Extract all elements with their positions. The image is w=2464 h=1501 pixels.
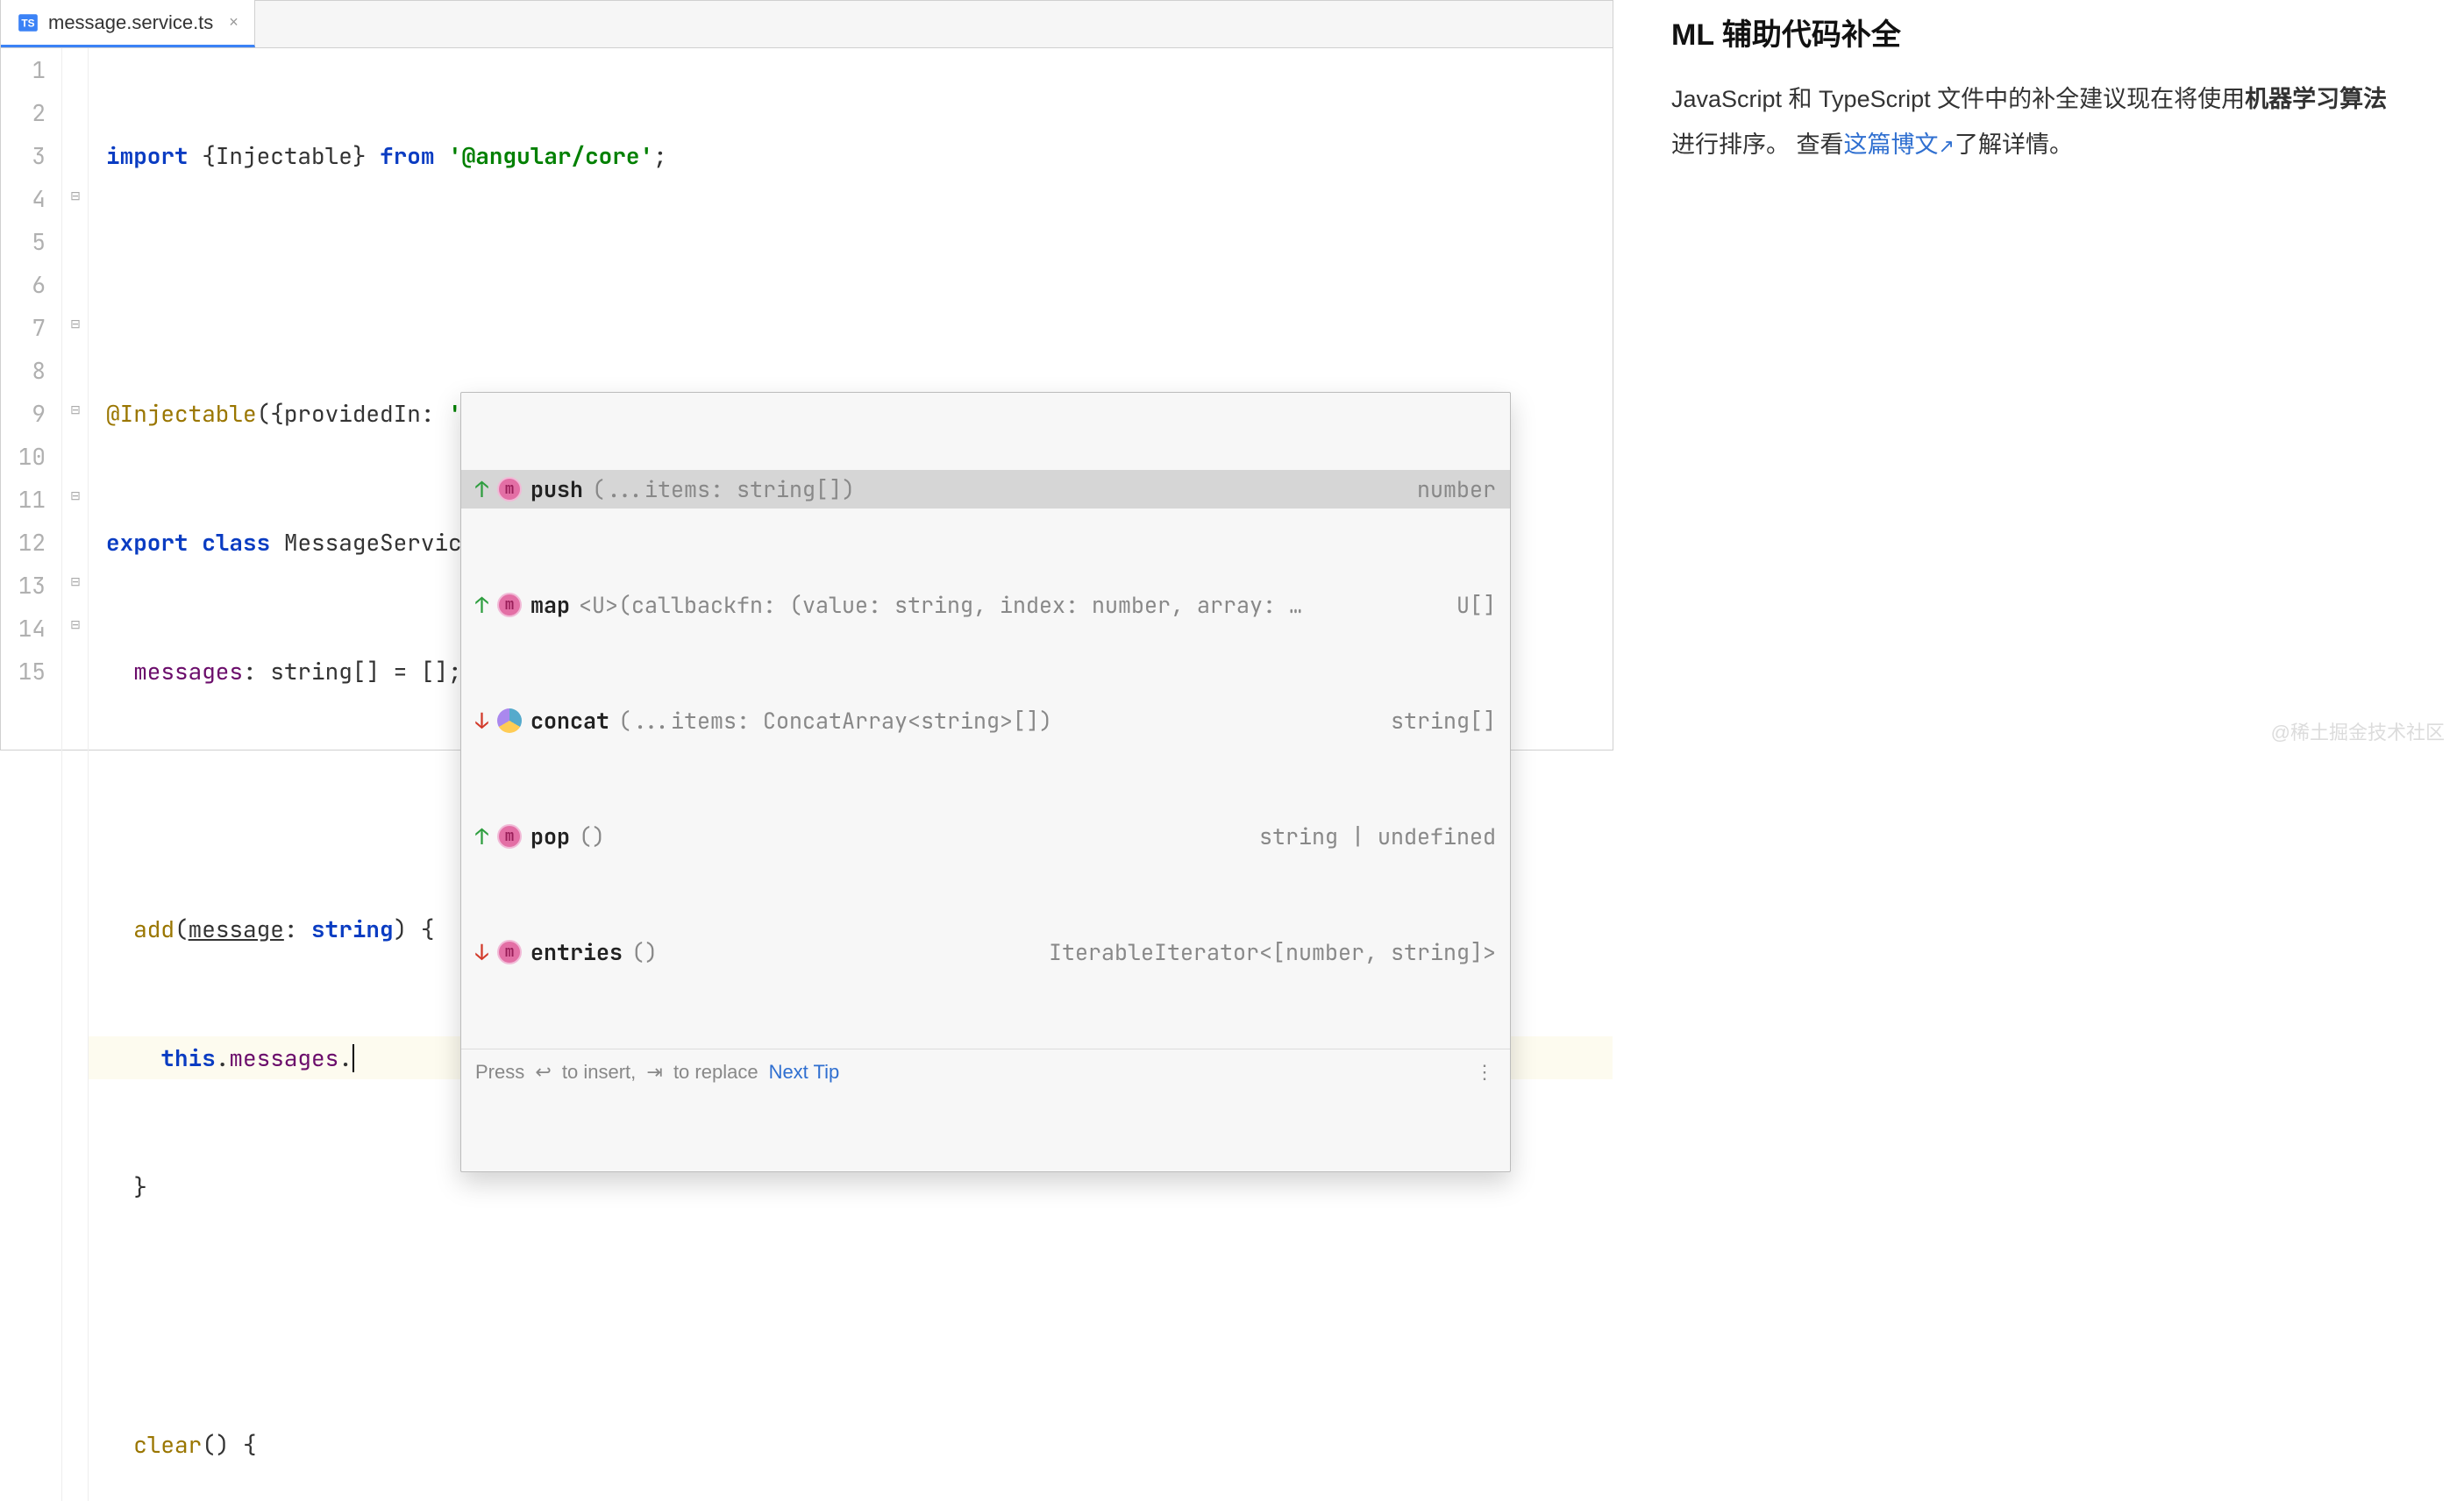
- completion-footer: Press ↩ to insert, ⇥ to replace Next Tip…: [461, 1049, 1510, 1094]
- tab-filename: message.service.ts: [48, 11, 213, 34]
- rank-up-icon: ↑: [475, 470, 488, 509]
- fold-icon[interactable]: ⊟: [68, 189, 83, 204]
- line-num: 15: [1, 650, 46, 693]
- fold-close-icon[interactable]: ⊟: [68, 574, 83, 590]
- fold-column: ⊟ ⊟ ⊟ ⊟ ⊟ ⊟: [62, 48, 89, 1501]
- line-num: 12: [1, 521, 46, 564]
- line-num: 14: [1, 607, 46, 650]
- fold-close-icon[interactable]: ⊟: [68, 617, 83, 633]
- line-num: 10: [1, 435, 46, 478]
- method-icon: [497, 477, 522, 502]
- line-num: 3: [1, 134, 46, 177]
- svg-text:TS: TS: [21, 17, 34, 29]
- tab-key-icon: ⇥: [646, 1053, 662, 1092]
- more-menu-icon[interactable]: ⋮: [1475, 1053, 1496, 1092]
- completion-item[interactable]: ↑ map<U>(callbackfn: (value: string, ind…: [461, 586, 1510, 624]
- line-num: 8: [1, 349, 46, 392]
- method-icon: [497, 708, 522, 733]
- line-num: 1: [1, 48, 46, 91]
- code-area[interactable]: 1 2 3 4 5 6 7 8 9 10 11 12 13 14 15 ⊟ ⊟ …: [1, 48, 1613, 1501]
- rank-up-icon: ↑: [475, 817, 488, 856]
- line-num: 7: [1, 306, 46, 349]
- side-title: ML 辅助代码补全: [1671, 11, 2464, 53]
- close-icon[interactable]: ×: [229, 13, 239, 32]
- watermark: @稀土掘金技术社区: [2271, 717, 2445, 745]
- fold-icon[interactable]: ⊟: [68, 488, 83, 504]
- next-tip-link[interactable]: Next Tip: [769, 1053, 840, 1092]
- line-num: 11: [1, 478, 46, 521]
- fold-close-icon[interactable]: ⊟: [68, 402, 83, 418]
- line-gutter: 1 2 3 4 5 6 7 8 9 10 11 12 13 14 15: [1, 48, 62, 1501]
- text-caret: [353, 1044, 354, 1072]
- method-icon: [497, 593, 522, 617]
- blog-link[interactable]: 这篇博文↗: [1844, 132, 1955, 158]
- kw-import: import: [106, 140, 189, 171]
- completion-item[interactable]: ↑ push(...items: string[]) number: [461, 470, 1510, 509]
- external-link-icon: ↗: [1939, 135, 1955, 157]
- ts-file-icon: TS: [17, 11, 39, 34]
- side-body: JavaScript 和 TypeScript 文件中的补全建议现在将使用机器学…: [1671, 76, 2390, 169]
- completion-item[interactable]: ↑ pop() string | undefined: [461, 817, 1510, 856]
- file-tab[interactable]: TS message.service.ts ×: [1, 0, 255, 47]
- method-icon: [497, 824, 522, 849]
- fold-icon[interactable]: ⊟: [68, 317, 83, 332]
- enter-key-icon: ↩: [535, 1053, 551, 1092]
- editor-pane: TS message.service.ts × 1 2 3 4 5 6 7 8 …: [0, 0, 1613, 750]
- code-body[interactable]: import {Injectable} from '@angular/core'…: [89, 48, 1613, 1501]
- completion-item[interactable]: ↓ entries() IterableIterator<[number, st…: [461, 933, 1510, 971]
- completion-popup[interactable]: ↑ push(...items: string[]) number ↑ map<…: [460, 392, 1511, 1172]
- line-num: 6: [1, 263, 46, 306]
- tab-bar: TS message.service.ts ×: [1, 1, 1613, 48]
- line-num: 2: [1, 91, 46, 134]
- decorator: @Injectable: [106, 398, 257, 429]
- description-pane: ML 辅助代码补全 JavaScript 和 TypeScript 文件中的补全…: [1613, 0, 2464, 750]
- line-num: 13: [1, 564, 46, 607]
- rank-up-icon: ↑: [475, 586, 488, 624]
- rank-down-icon: ↓: [475, 933, 488, 971]
- line-num: 4: [1, 177, 46, 220]
- line-num: 5: [1, 220, 46, 263]
- completion-item[interactable]: ↓ concat(...items: ConcatArray<string>[]…: [461, 701, 1510, 740]
- line-num: 9: [1, 392, 46, 435]
- rank-down-icon: ↓: [475, 701, 488, 740]
- method-icon: [497, 940, 522, 964]
